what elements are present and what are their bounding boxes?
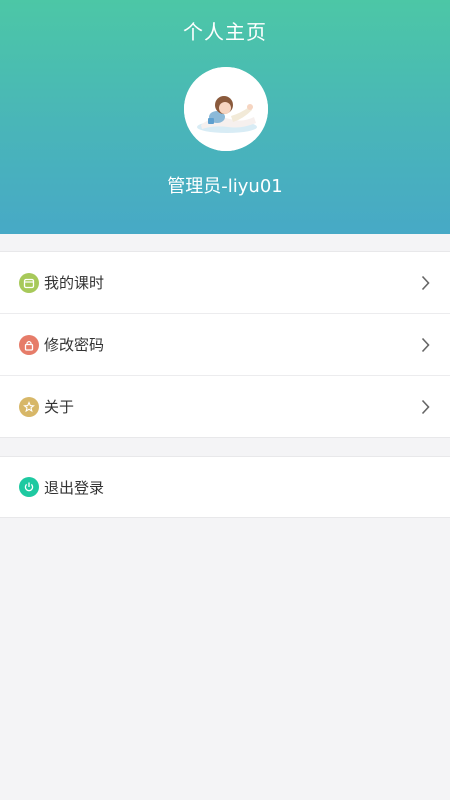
calendar-icon xyxy=(19,272,39,293)
menu-item-label: 我的课时 xyxy=(44,274,105,292)
page-title: 个人主页 xyxy=(183,20,267,44)
chevron-right-icon xyxy=(421,337,430,352)
menu-item-about[interactable]: 关于 xyxy=(0,375,450,437)
avatar[interactable] xyxy=(184,67,268,151)
chevron-right-icon xyxy=(421,275,430,290)
menu-item-my-lessons[interactable]: 我的课时 xyxy=(0,252,450,313)
chevron-right-icon xyxy=(421,399,430,414)
username: 管理员-liyu01 xyxy=(167,176,283,197)
profile-header: 个人主页 管理员-liyu01 xyxy=(0,0,450,234)
power-icon xyxy=(19,477,39,497)
logout-button[interactable]: 退出登录 xyxy=(0,457,450,517)
menu-group: 我的课时 修改密码 关于 xyxy=(0,251,450,438)
avatar-illustration-icon xyxy=(184,67,268,151)
menu-item-label: 关于 xyxy=(44,398,75,416)
logout-group: 退出登录 xyxy=(0,456,450,518)
menu-item-label: 修改密码 xyxy=(44,336,105,354)
menu-item-change-password[interactable]: 修改密码 xyxy=(0,313,450,375)
lock-icon xyxy=(19,334,39,355)
logout-label: 退出登录 xyxy=(44,478,105,497)
star-icon xyxy=(19,396,39,417)
